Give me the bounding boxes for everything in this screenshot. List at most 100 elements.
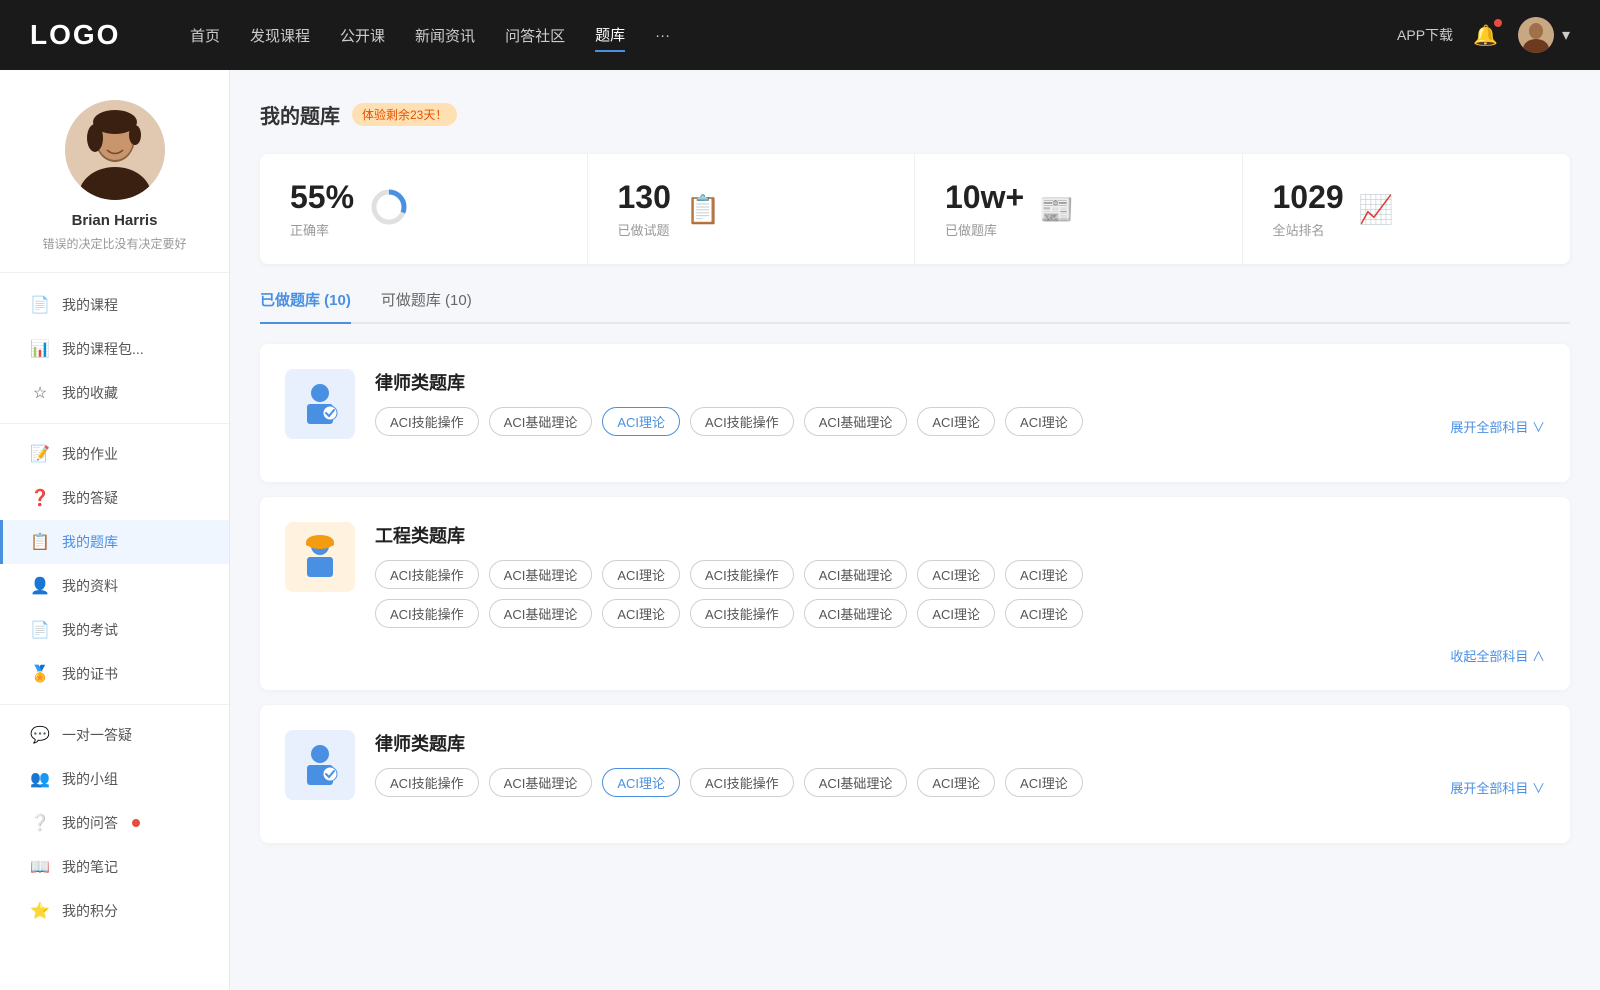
tag-0-5[interactable]: ACI理论	[917, 407, 995, 436]
stat-done-questions-text: 130 已做试题	[618, 179, 671, 239]
sidebar-item-1on1-label: 一对一答疑	[62, 725, 132, 745]
tag-2-0[interactable]: ACI技能操作	[375, 768, 479, 797]
tab-done-banks[interactable]: 已做题库 (10)	[260, 289, 351, 322]
sidebar-item-questions[interactable]: ❔ 我的问答	[0, 801, 229, 845]
site-rank-icon: 📈	[1359, 193, 1394, 226]
notification-bell-icon[interactable]: 🔔	[1473, 23, 1498, 48]
user-avatar-button[interactable]: ▾	[1518, 17, 1570, 53]
tag-1-1[interactable]: ACI基础理论	[489, 560, 593, 589]
tag-0-4[interactable]: ACI基础理论	[804, 407, 908, 436]
sidebar-item-points[interactable]: ⭐ 我的积分	[0, 889, 229, 933]
qbank-card-1-title: 工程类题库	[375, 522, 1545, 548]
tag-2-5[interactable]: ACI理论	[917, 768, 995, 797]
expand-btn-2[interactable]: 展开全部科目 ∨	[1450, 778, 1545, 797]
app-download-btn[interactable]: APP下载	[1397, 25, 1453, 45]
tag-1-3[interactable]: ACI技能操作	[690, 560, 794, 589]
nav-news[interactable]: 新闻资讯	[415, 20, 475, 51]
sidebar-item-favorites[interactable]: ☆ 我的收藏	[0, 371, 229, 415]
qbank-menu-icon: 📋	[30, 532, 50, 552]
nav-qbank[interactable]: 题库	[595, 19, 625, 52]
qbank-card-2-title: 律师类题库	[375, 730, 1545, 756]
nav-qa[interactable]: 问答社区	[505, 20, 565, 51]
nav-discover[interactable]: 发现课程	[250, 20, 310, 51]
exam-icon: 📄	[30, 620, 50, 640]
lawyer-icon-0	[285, 369, 355, 439]
tag-1r2-2[interactable]: ACI理论	[602, 599, 680, 628]
sidebar-item-my-course[interactable]: 📄 我的课程	[0, 283, 229, 327]
sidebar-item-notes[interactable]: 📖 我的笔记	[0, 845, 229, 889]
tag-1-6[interactable]: ACI理论	[1005, 560, 1083, 589]
done-questions-icon: 📋	[686, 193, 721, 226]
nav-dropdown-icon: ▾	[1562, 25, 1570, 45]
collapse-btn-1[interactable]: 收起全部科目 ∧	[1450, 646, 1545, 665]
tag-0-1[interactable]: ACI基础理论	[489, 407, 593, 436]
expand-btn-0[interactable]: 展开全部科目 ∨	[1450, 417, 1545, 436]
tag-1-0[interactable]: ACI技能操作	[375, 560, 479, 589]
tag-2-6[interactable]: ACI理论	[1005, 768, 1083, 797]
sidebar-item-certificate[interactable]: 🏅 我的证书	[0, 652, 229, 696]
sidebar-item-qbank[interactable]: 📋 我的题库	[0, 520, 229, 564]
logo[interactable]: LOGO	[30, 19, 130, 51]
sidebar: Brian Harris 错误的决定比没有决定要好 📄 我的课程 📊 我的课程包…	[0, 70, 230, 990]
oneon-icon: 💬	[30, 725, 50, 745]
stat-site-rank: 1029 全站排名 📈	[1243, 154, 1571, 264]
stat-done-banks-value: 10w+	[945, 179, 1024, 216]
tag-0-2[interactable]: ACI理论	[602, 407, 680, 436]
qbank-card-2-header: 律师类题库 ACI技能操作 ACI基础理论 ACI理论 ACI技能操作 ACI基…	[285, 730, 1545, 800]
tag-1r2-4[interactable]: ACI基础理论	[804, 599, 908, 628]
nav-home[interactable]: 首页	[190, 20, 220, 51]
profile-avatar	[65, 100, 165, 200]
tag-2-1[interactable]: ACI基础理论	[489, 768, 593, 797]
tag-0-3[interactable]: ACI技能操作	[690, 407, 794, 436]
tag-2-3[interactable]: ACI技能操作	[690, 768, 794, 797]
sidebar-item-my-course-label: 我的课程	[62, 295, 118, 315]
engineer-icon-1	[285, 522, 355, 592]
nav-open-course[interactable]: 公开课	[340, 20, 385, 51]
nav-menu: 首页 发现课程 公开课 新闻资讯 问答社区 题库 ···	[190, 19, 1397, 52]
notes-icon: 📖	[30, 857, 50, 877]
page-header: 我的题库 体验剩余23天！	[260, 100, 1570, 129]
group-icon: 👥	[30, 769, 50, 789]
sidebar-item-exam-label: 我的考试	[62, 620, 118, 640]
stat-done-banks: 10w+ 已做题库 📰	[915, 154, 1243, 264]
sidebar-item-qa[interactable]: ❓ 我的答疑	[0, 476, 229, 520]
sidebar-item-notes-label: 我的笔记	[62, 857, 118, 877]
qbank-card-2-tags: ACI技能操作 ACI基础理论 ACI理论 ACI技能操作 ACI基础理论 AC…	[375, 768, 1545, 797]
tag-1r2-3[interactable]: ACI技能操作	[690, 599, 794, 628]
homework-icon: 📝	[30, 444, 50, 464]
stat-done-questions: 130 已做试题 📋	[588, 154, 916, 264]
sidebar-item-homework-label: 我的作业	[62, 444, 118, 464]
qa-icon: ❓	[30, 488, 50, 508]
tag-0-0[interactable]: ACI技能操作	[375, 407, 479, 436]
sidebar-item-profile[interactable]: 👤 我的资料	[0, 564, 229, 608]
notification-badge	[1494, 19, 1502, 27]
tag-1-4[interactable]: ACI基础理论	[804, 560, 908, 589]
tag-2-4[interactable]: ACI基础理论	[804, 768, 908, 797]
tag-1r2-5[interactable]: ACI理论	[917, 599, 995, 628]
tag-1-2[interactable]: ACI理论	[602, 560, 680, 589]
course-pkg-icon: 📊	[30, 339, 50, 359]
tag-2-2[interactable]: ACI理论	[602, 768, 680, 797]
sidebar-item-course-pkg-label: 我的课程包...	[62, 339, 144, 359]
qbank-card-0-body: 律师类题库 ACI技能操作 ACI基础理论 ACI理论 ACI技能操作 ACI基…	[375, 369, 1545, 436]
divider-2	[0, 704, 229, 705]
qbank-card-1-tags-row2: ACI技能操作 ACI基础理论 ACI理论 ACI技能操作 ACI基础理论 AC…	[375, 599, 1545, 628]
nav-more[interactable]: ···	[655, 22, 670, 49]
sidebar-item-group[interactable]: 👥 我的小组	[0, 757, 229, 801]
sidebar-item-homework[interactable]: 📝 我的作业	[0, 432, 229, 476]
tag-1-5[interactable]: ACI理论	[917, 560, 995, 589]
stat-site-rank-value: 1029	[1273, 179, 1344, 216]
tag-1r2-1[interactable]: ACI基础理论	[489, 599, 593, 628]
stat-site-rank-text: 1029 全站排名	[1273, 179, 1344, 239]
sidebar-item-1on1[interactable]: 💬 一对一答疑	[0, 713, 229, 757]
main-layout: Brian Harris 错误的决定比没有决定要好 📄 我的课程 📊 我的课程包…	[0, 70, 1600, 990]
tab-available-banks[interactable]: 可做题库 (10)	[381, 289, 472, 322]
tag-0-6[interactable]: ACI理论	[1005, 407, 1083, 436]
qbank-card-1-body: 工程类题库 ACI技能操作 ACI基础理论 ACI理论 ACI技能操作 ACI基…	[375, 522, 1545, 628]
profile-motto: 错误的决定比没有决定要好	[42, 235, 186, 252]
tag-1r2-6[interactable]: ACI理论	[1005, 599, 1083, 628]
tag-1r2-0[interactable]: ACI技能操作	[375, 599, 479, 628]
sidebar-item-exam[interactable]: 📄 我的考试	[0, 608, 229, 652]
sidebar-item-course-pkg[interactable]: 📊 我的课程包...	[0, 327, 229, 371]
course-icon: 📄	[30, 295, 50, 315]
